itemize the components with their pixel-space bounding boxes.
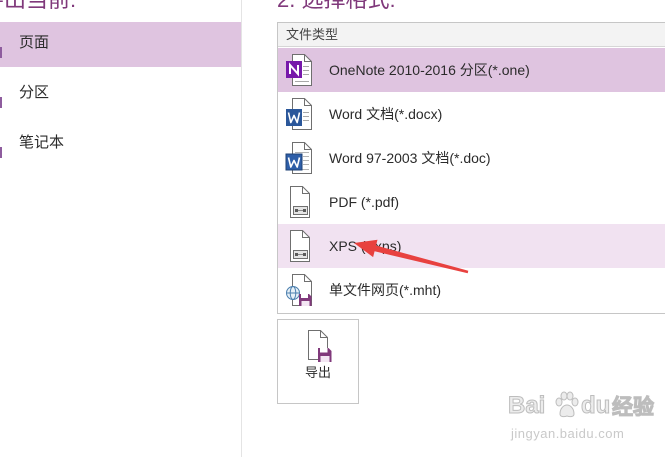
export-button-label: 导出 xyxy=(304,365,331,380)
nav-item-label: 页面 xyxy=(19,34,50,51)
watermark-url: jingyan.baidu.com xyxy=(511,426,625,441)
nav-item-section[interactable]: 分区 xyxy=(0,72,241,117)
export-button[interactable]: 导出 xyxy=(277,319,359,404)
nav-item-marker xyxy=(0,97,2,108)
word-doc-file-icon xyxy=(285,142,312,174)
format-row-onenote[interactable]: OneNote 2010-2016 分区(*.one) xyxy=(278,48,665,92)
nav-item-notebook[interactable]: 笔记本 xyxy=(0,122,241,167)
format-label: 单文件网页(*.mht) xyxy=(329,282,441,298)
onenote-file-icon xyxy=(286,54,312,86)
format-label: Word 97-2003 文档(*.doc) xyxy=(329,150,491,166)
nav-item-marker xyxy=(0,147,2,158)
export-scope-heading: 导出当前: xyxy=(0,0,76,13)
format-row-docx[interactable]: Word 文档(*.docx) xyxy=(278,92,665,136)
panel-divider xyxy=(241,0,242,457)
export-scope-list: 页面 分区 笔记本 xyxy=(0,22,241,172)
export-pane: 导出当前: 页面 分区 笔记本 2. 选择格式: 文件类型 xyxy=(0,0,665,457)
mht-file-icon xyxy=(286,274,312,306)
word-docx-file-icon xyxy=(286,98,312,130)
format-label: XPS (*.xps) xyxy=(329,238,402,254)
nav-item-label: 分区 xyxy=(19,84,50,101)
nav-item-page[interactable]: 页面 xyxy=(0,22,241,67)
file-type-column-header: 文件类型 xyxy=(278,23,665,47)
watermark-logo-part: Bai xyxy=(507,392,546,420)
format-heading: 2. 选择格式: xyxy=(277,0,396,13)
pdf-file-icon xyxy=(290,186,310,218)
nav-item-marker xyxy=(0,47,2,58)
nav-item-label: 笔记本 xyxy=(19,134,65,151)
format-row-mht[interactable]: 单文件网页(*.mht) xyxy=(278,268,665,312)
format-label: Word 文档(*.docx) xyxy=(329,106,443,122)
format-row-pdf[interactable]: PDF (*.pdf) xyxy=(278,180,665,224)
format-row-xps[interactable]: XPS (*.xps) xyxy=(278,224,665,268)
watermark-logo-part: du xyxy=(580,392,611,420)
format-label: OneNote 2010-2016 分区(*.one) xyxy=(329,62,530,78)
paw-icon xyxy=(555,391,579,418)
export-save-icon xyxy=(308,330,332,362)
format-row-doc[interactable]: Word 97-2003 文档(*.doc) xyxy=(278,136,665,180)
format-label: PDF (*.pdf) xyxy=(329,194,400,210)
watermark-logo-cn: 经验 xyxy=(612,396,655,420)
xps-file-icon xyxy=(290,230,310,262)
format-list: 文件类型 OneNote 2010-2016 分区(*.one) Word 文档… xyxy=(277,22,665,314)
